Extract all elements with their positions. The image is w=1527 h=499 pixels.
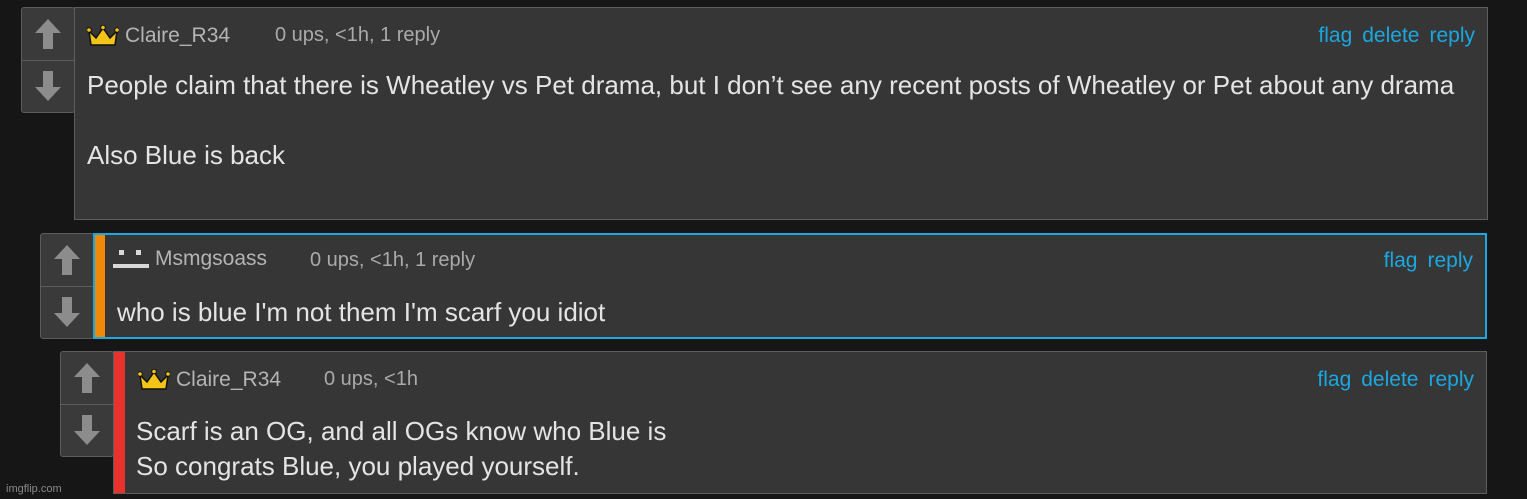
comment-meta: 0 ups, <1h, 1 reply [310,249,476,271]
arrow-up-icon [35,19,61,49]
downvote-button[interactable] [41,286,93,338]
flag-link[interactable]: flag [1317,368,1351,392]
comment-accent-bar [95,235,105,337]
downvote-button[interactable] [22,60,74,112]
reply-link[interactable]: reply [1427,249,1473,273]
username[interactable]: Claire_R34 [125,24,230,48]
arrow-down-icon [35,71,61,101]
comment-actions: flag delete reply [1317,368,1474,392]
username[interactable]: Msmgsoass [155,247,267,271]
arrow-down-icon [54,297,80,327]
vote-box [40,233,94,339]
upvote-button[interactable] [41,234,93,287]
comment-body: Msmgsoass 0 ups, <1h, 1 reply flag reply… [93,233,1487,339]
reply-link[interactable]: reply [1429,24,1475,48]
delete-link[interactable]: delete [1361,368,1418,392]
arrow-up-icon [54,245,80,275]
comment-body: Claire_R34 0 ups, <1h, 1 reply flag dele… [74,7,1488,220]
username[interactable]: Claire_R34 [176,368,281,392]
vote-box [60,351,114,457]
comment-author[interactable]: Claire_R34 [87,24,230,48]
upvote-button[interactable] [22,8,74,61]
comment-text: People claim that there is Wheatley vs P… [87,70,1455,170]
comment-author[interactable]: Claire_R34 [138,368,281,392]
reply-link[interactable]: reply [1428,368,1474,392]
arrow-down-icon [74,415,100,445]
downvote-button[interactable] [61,404,113,456]
comment-meta: 0 ups, <1h, 1 reply [275,24,441,46]
upvote-button[interactable] [61,352,113,405]
comment-actions: flag reply [1384,249,1473,273]
crown-icon [87,25,119,46]
vote-box [21,7,75,113]
delete-link[interactable]: delete [1362,24,1419,48]
crown-icon [138,369,170,390]
flag-link[interactable]: flag [1318,24,1352,48]
arrow-up-icon [74,363,100,393]
comment-actions: flag delete reply [1318,24,1475,48]
comment-author[interactable]: Msmgsoass [113,247,267,271]
face-icon [113,250,149,268]
comment-text: Scarf is an OG, and all OGs know who Blu… [136,416,667,481]
comment-text: who is blue I'm not them I'm scarf you i… [117,297,606,327]
comment-accent-bar [114,352,125,493]
comment-body: Claire_R34 0 ups, <1h flag delete reply … [113,351,1487,494]
flag-link[interactable]: flag [1384,249,1418,273]
comment-meta: 0 ups, <1h [324,368,418,390]
watermark: imgflip.com [6,483,62,495]
